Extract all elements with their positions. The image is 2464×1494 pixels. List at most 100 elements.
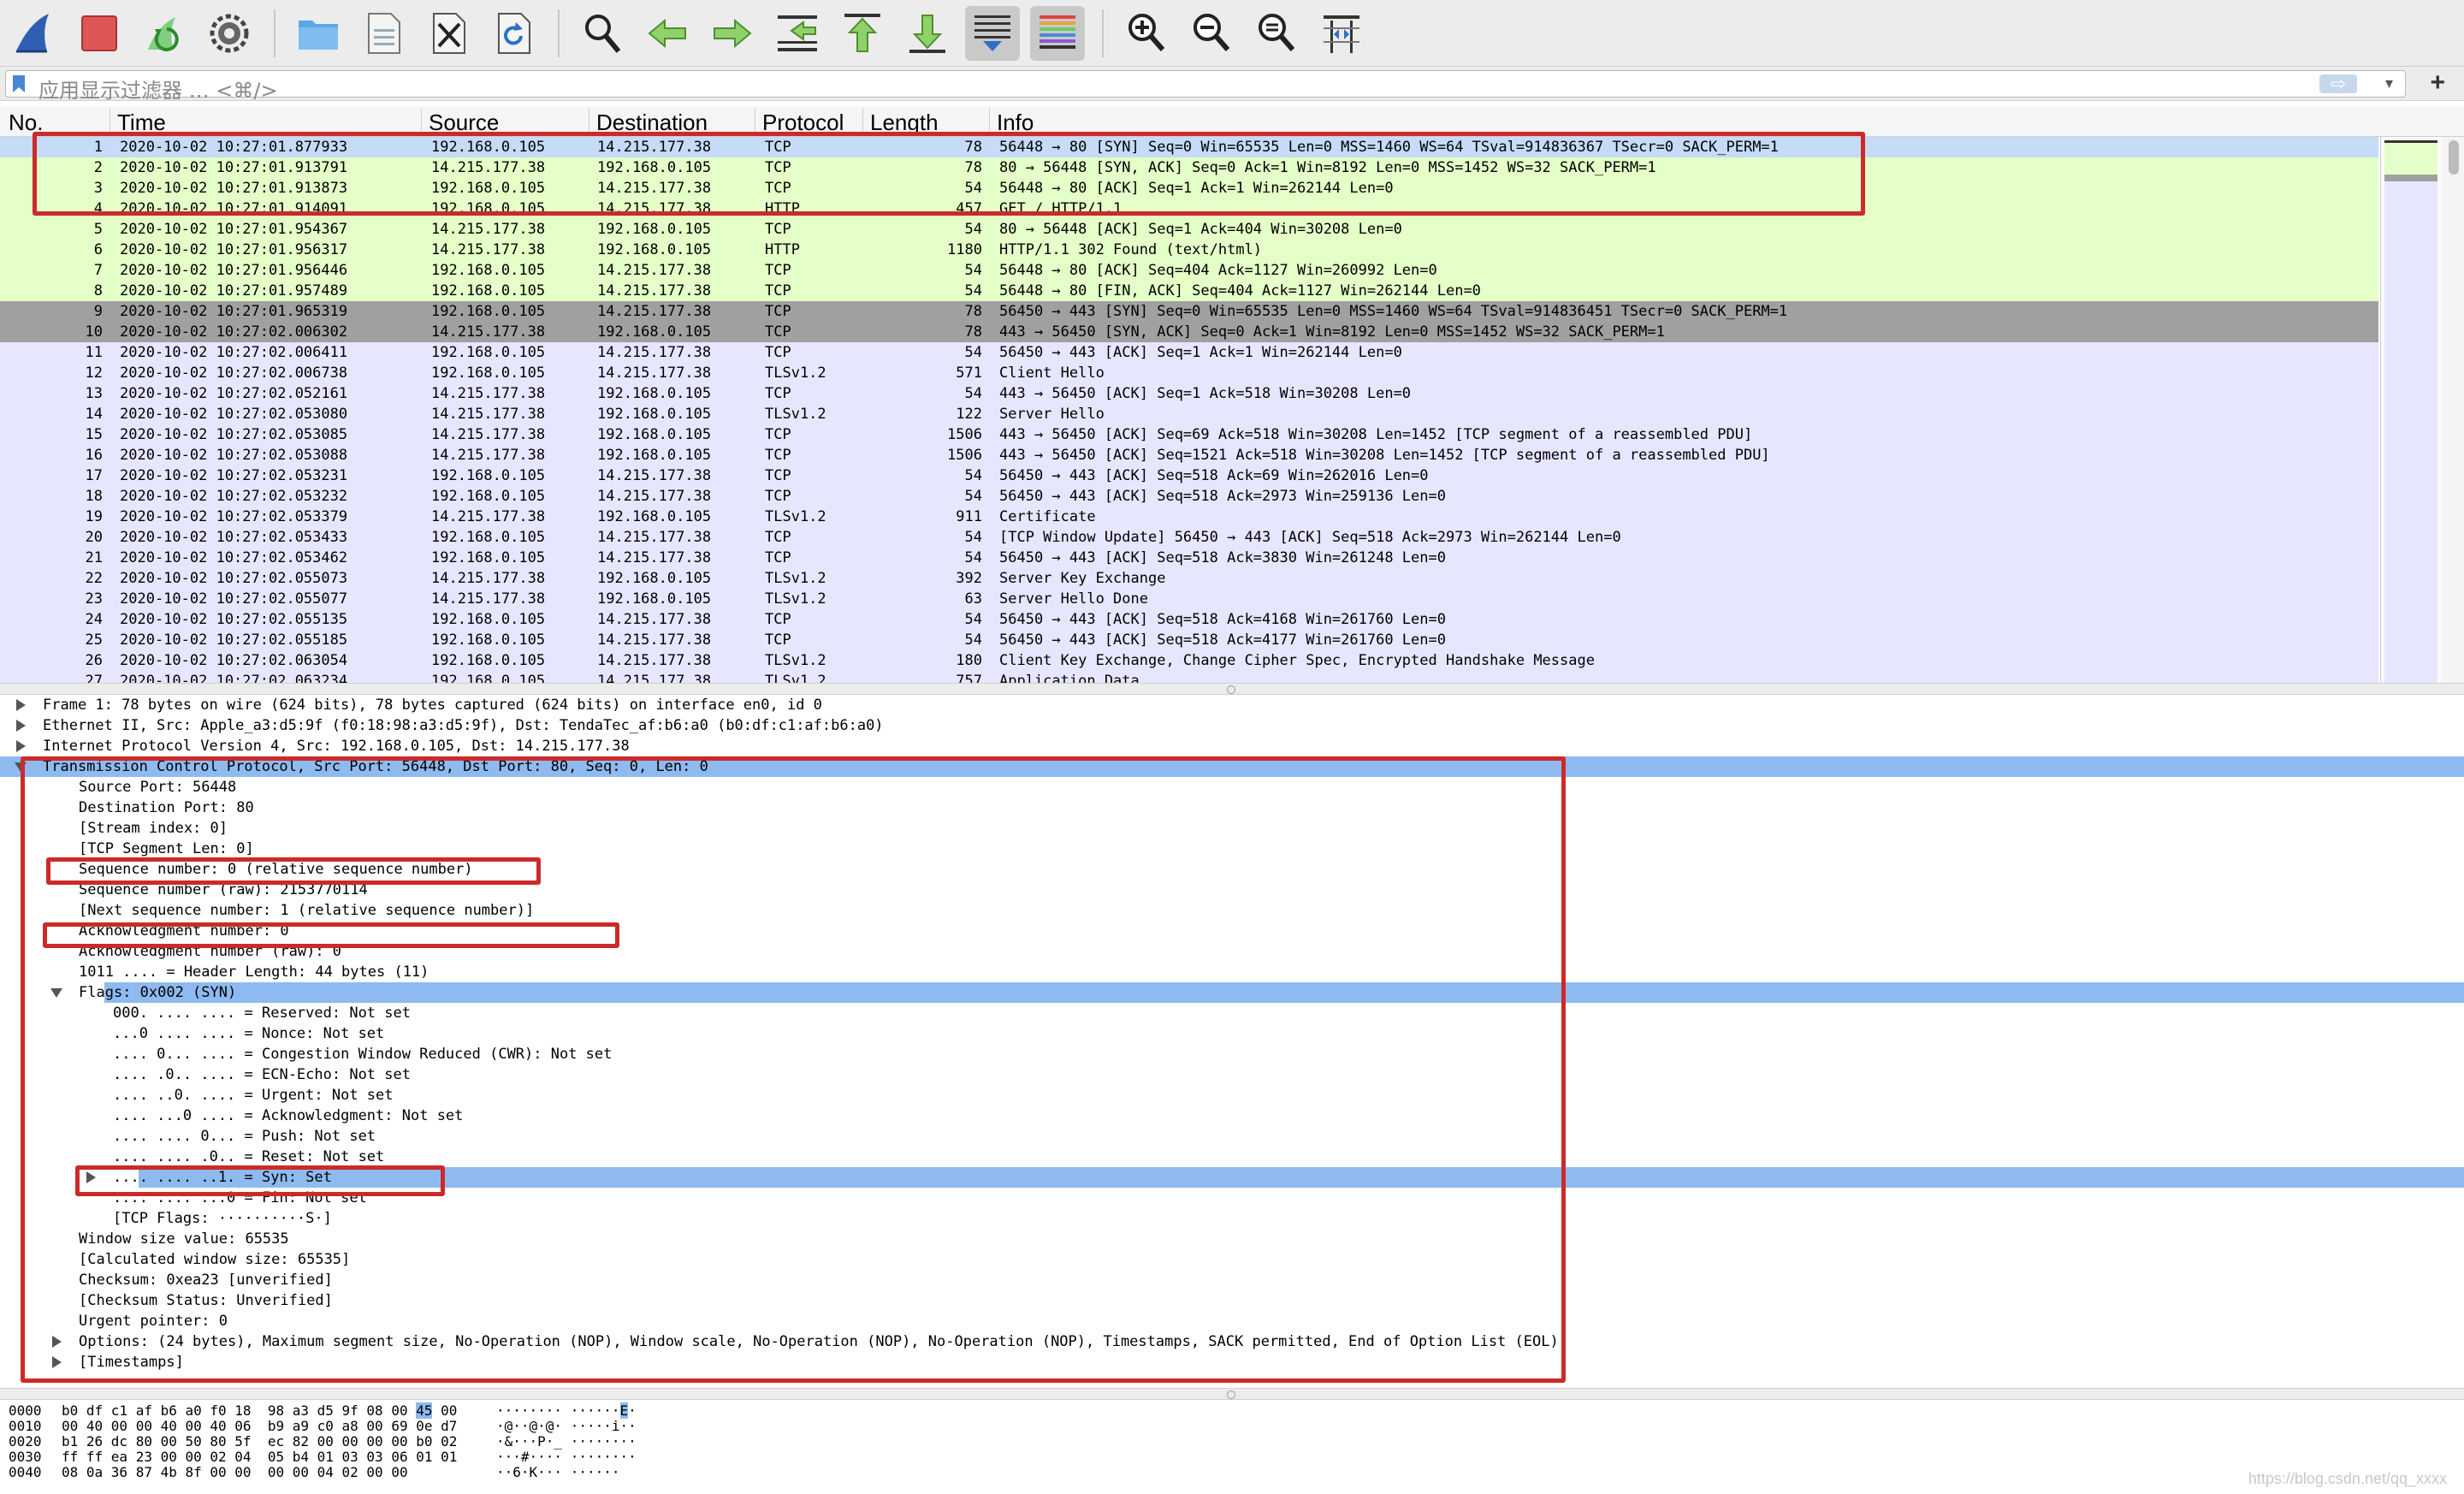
packet-row[interactable]: 4 2020-10-02 10:27:01.914091 192.168.0.105…: [0, 199, 2378, 219]
packet-row[interactable]: 26 2020-10-02 10:27:02.063054 192.168.0.10…: [0, 650, 2378, 671]
display-filter-input[interactable]: 应用显示过滤器 … <⌘/> ⇨ ▾: [5, 70, 2406, 103]
column-header-time[interactable]: Time: [110, 108, 166, 135]
packet-row[interactable]: 17 2020-10-02 10:27:02.053231 192.168.0.10…: [0, 465, 2378, 486]
packet-row[interactable]: 9 2020-10-02 10:27:01.965319 192.168.0.105…: [0, 301, 2378, 322]
detail-tree-row[interactable]: .... .... ..1. = Syn: Set: [0, 1167, 2464, 1188]
detail-tree-row[interactable]: 000. .... .... = Reserved: Not set: [0, 1003, 2464, 1023]
packet-list-scrollbar[interactable]: [2442, 137, 2464, 683]
detail-tree-row[interactable]: [Checksum Status: Unverified]: [0, 1290, 2464, 1311]
save-file-button[interactable]: [356, 6, 411, 61]
packet-row[interactable]: 21 2020-10-02 10:27:02.053462 192.168.0.10…: [0, 548, 2378, 568]
stop-capture-button[interactable]: [72, 6, 127, 61]
resize-columns-button[interactable]: [1314, 6, 1369, 61]
detail-tree-row[interactable]: Internet Protocol Version 4, Src: 192.16…: [0, 736, 2464, 756]
detail-tree-row[interactable]: Frame 1: 78 bytes on wire (624 bits), 78…: [0, 695, 2464, 715]
splitter-handle[interactable]: [1227, 685, 1235, 694]
detail-tree-row[interactable]: Destination Port: 80: [0, 797, 2464, 818]
packet-row[interactable]: 16 2020-10-02 10:27:02.053088 14.215.177.3…: [0, 445, 2378, 465]
packet-row[interactable]: 2 2020-10-02 10:27:01.913791 14.215.177.38…: [0, 157, 2378, 178]
reload-file-button[interactable]: [486, 6, 541, 61]
detail-tree-row[interactable]: Sequence number: 0 (relative sequence nu…: [0, 859, 2464, 880]
zoom-out-button[interactable]: [1184, 6, 1239, 61]
expand-triangle-right-icon[interactable]: [50, 1355, 63, 1369]
pane-splitter[interactable]: [0, 1388, 2464, 1400]
packet-row[interactable]: 19 2020-10-02 10:27:02.053379 14.215.177.3…: [0, 507, 2378, 527]
detail-tree-row[interactable]: [Timestamps]: [0, 1352, 2464, 1372]
detail-tree-row[interactable]: [TCP Segment Len: 0]: [0, 839, 2464, 859]
detail-tree-row[interactable]: .... .... ...0 = Fin: Not set: [0, 1188, 2464, 1208]
packet-row[interactable]: 8 2020-10-02 10:27:01.957489 192.168.0.105…: [0, 281, 2378, 301]
detail-tree-row[interactable]: Source Port: 56448: [0, 777, 2464, 797]
go-forward-button[interactable]: [705, 6, 760, 61]
normal-size-button[interactable]: [1249, 6, 1304, 61]
detail-tree-row[interactable]: .... .... .0.. = Reset: Not set: [0, 1147, 2464, 1167]
chevron-down-icon[interactable]: ▾: [2385, 74, 2393, 92]
packet-row[interactable]: 23 2020-10-02 10:27:02.055077 14.215.177.3…: [0, 589, 2378, 609]
find-packet-button[interactable]: [575, 6, 630, 61]
column-header-source[interactable]: Source: [421, 108, 499, 135]
bookmark-icon[interactable]: [11, 74, 27, 93]
detail-tree-row[interactable]: Checksum: 0xea23 [unverified]: [0, 1270, 2464, 1290]
packet-row[interactable]: 11 2020-10-02 10:27:02.006411 192.168.0.10…: [0, 342, 2378, 363]
packet-row[interactable]: 5 2020-10-02 10:27:01.954367 14.215.177.38…: [0, 219, 2378, 240]
hex-row[interactable]: 0040 08 0a 36 87 4b 8f 00 00 00 00 04 02 …: [0, 1465, 1027, 1480]
packet-row[interactable]: 24 2020-10-02 10:27:02.055135 192.168.0.10…: [0, 609, 2378, 630]
detail-tree-row[interactable]: [Stream index: 0]: [0, 818, 2464, 839]
scrollbar-thumb[interactable]: [2449, 140, 2459, 175]
packet-row[interactable]: 22 2020-10-02 10:27:02.055073 14.215.177.3…: [0, 568, 2378, 589]
packet-row[interactable]: 7 2020-10-02 10:27:01.956446 192.168.0.105…: [0, 260, 2378, 281]
detail-tree-row[interactable]: ...0 .... .... = Nonce: Not set: [0, 1023, 2464, 1044]
add-filter-button[interactable]: +: [2430, 68, 2445, 98]
zoom-in-button[interactable]: [1119, 6, 1174, 61]
packet-row[interactable]: 1 2020-10-02 10:27:01.877933 192.168.0.105…: [0, 137, 2378, 157]
column-header-protocol[interactable]: Protocol: [755, 108, 844, 135]
pane-splitter[interactable]: [0, 683, 2464, 695]
packet-row[interactable]: 25 2020-10-02 10:27:02.055185 192.168.0.10…: [0, 630, 2378, 650]
column-header-no[interactable]: No.: [9, 110, 43, 136]
detail-tree-row[interactable]: Transmission Control Protocol, Src Port:…: [0, 756, 2464, 777]
detail-tree-row[interactable]: .... ..0. .... = Urgent: Not set: [0, 1085, 2464, 1106]
expand-triangle-right-icon[interactable]: [14, 719, 27, 732]
packet-row[interactable]: 12 2020-10-02 10:27:02.006738 192.168.0.10…: [0, 363, 2378, 383]
packet-row[interactable]: 6 2020-10-02 10:27:01.956317 14.215.177.38…: [0, 240, 2378, 260]
detail-tree-row[interactable]: .... 0... .... = Congestion Window Reduc…: [0, 1044, 2464, 1064]
detail-tree-row[interactable]: .... .... 0... = Push: Not set: [0, 1126, 2464, 1147]
expand-triangle-right-icon[interactable]: [14, 739, 27, 753]
apply-filter-button[interactable]: ⇨: [2319, 73, 2357, 94]
packet-row[interactable]: 15 2020-10-02 10:27:02.053085 14.215.177.3…: [0, 424, 2378, 445]
detail-tree-row[interactable]: [TCP Flags: ··········S·]: [0, 1208, 2464, 1229]
packet-row[interactable]: 27 2020-10-02 10:27:02.063234 192.168.0.10…: [0, 671, 2378, 683]
packet-row[interactable]: 20 2020-10-02 10:27:02.053433 192.168.0.10…: [0, 527, 2378, 548]
hex-row[interactable]: 0030 ff ff ea 23 00 00 02 04 05 b4 01 03 …: [0, 1450, 1027, 1465]
detail-tree-row[interactable]: Urgent pointer: 0: [0, 1311, 2464, 1331]
detail-tree-row[interactable]: Sequence number (raw): 2153770114: [0, 880, 2464, 900]
colorize-button[interactable]: [1030, 5, 1085, 61]
packet-row[interactable]: 14 2020-10-02 10:27:02.053080 14.215.177.3…: [0, 404, 2378, 424]
expand-triangle-down-icon[interactable]: [50, 986, 63, 999]
detail-tree-row[interactable]: .... .0.. .... = ECN-Echo: Not set: [0, 1064, 2464, 1085]
expand-triangle-right-icon[interactable]: [14, 698, 27, 712]
detail-tree-row[interactable]: Options: (24 bytes), Maximum segment siz…: [0, 1331, 2464, 1352]
detail-tree-row[interactable]: Flags: 0x002 (SYN): [0, 982, 2464, 1003]
hex-row[interactable]: 0000 b0 df c1 af b6 a0 f0 18 98 a3 d5 9f …: [0, 1402, 1027, 1419]
detail-tree-row[interactable]: [Next sequence number: 1 (relative seque…: [0, 900, 2464, 921]
detail-tree-row[interactable]: .... ...0 .... = Acknowledgment: Not set: [0, 1106, 2464, 1126]
expand-triangle-right-icon[interactable]: [50, 1335, 63, 1349]
packet-row[interactable]: 10 2020-10-02 10:27:02.006302 14.215.177.3…: [0, 322, 2378, 342]
first-packet-button[interactable]: [835, 6, 890, 61]
close-file-button[interactable]: [421, 6, 476, 61]
detail-tree-row[interactable]: [Calculated window size: 65535]: [0, 1249, 2464, 1270]
auto-scroll-button[interactable]: [965, 5, 1020, 61]
detail-tree-row[interactable]: Ethernet II, Src: Apple_a3:d5:9f (f0:18:…: [0, 715, 2464, 736]
column-header-info[interactable]: Info: [989, 108, 1034, 135]
column-header-length[interactable]: Length: [862, 108, 939, 135]
go-to-packet-button[interactable]: [770, 6, 825, 61]
packet-row[interactable]: 18 2020-10-02 10:27:02.053232 192.168.0.10…: [0, 486, 2378, 507]
packet-row[interactable]: 13 2020-10-02 10:27:02.052161 14.215.177.3…: [0, 383, 2378, 404]
start-capture-button[interactable]: [7, 6, 62, 61]
packet-row[interactable]: 3 2020-10-02 10:27:01.913873 192.168.0.105…: [0, 178, 2378, 199]
detail-tree-row[interactable]: 1011 .... = Header Length: 44 bytes (11): [0, 962, 2464, 982]
expand-triangle-down-icon[interactable]: [14, 760, 27, 774]
detail-tree-row[interactable]: Acknowledgment number (raw): 0: [0, 941, 2464, 962]
splitter-handle[interactable]: [1227, 1390, 1235, 1399]
